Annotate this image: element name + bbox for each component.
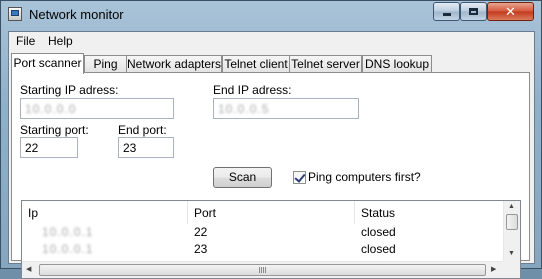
minimize-button[interactable] xyxy=(433,2,460,21)
end-ip-field[interactable]: 10.0.0.5 xyxy=(213,98,359,119)
tab-port-scanner[interactable]: Port scanner xyxy=(11,53,84,74)
starting-port-label: Starting port: xyxy=(20,123,89,137)
starting-ip-value: 10.0.0.0 xyxy=(25,102,77,116)
client-area: File Help Port scanner Ping Network adap… xyxy=(8,31,535,279)
end-port-field[interactable]: 23 xyxy=(118,137,174,158)
network-monitor-icon xyxy=(8,7,22,21)
window-title: Network monitor xyxy=(29,7,124,22)
tab-dns-lookup[interactable]: DNS lookup xyxy=(362,55,432,73)
row-port: 23 xyxy=(194,242,208,256)
app-window: Network monitor ✕ File Help Port scanner… xyxy=(0,0,542,279)
tab-strip: Port scanner Ping Network adapters Telne… xyxy=(11,53,531,74)
starting-port-field[interactable]: 22 xyxy=(20,137,78,158)
tab-telnet-server[interactable]: Telnet server xyxy=(289,55,362,73)
row-status: closed xyxy=(361,225,396,239)
tab-telnet-client[interactable]: Telnet client xyxy=(222,55,290,73)
starting-ip-label: Starting IP adress: xyxy=(20,83,119,97)
horizontal-scroll-thumb[interactable] xyxy=(39,264,486,276)
end-port-value: 23 xyxy=(123,141,137,155)
vertical-scrollbar[interactable]: ▲ ▼ xyxy=(503,201,520,261)
scrollbar-corner xyxy=(503,261,520,278)
close-button[interactable]: ✕ xyxy=(487,2,534,21)
close-icon: ✕ xyxy=(505,3,516,19)
column-header-port[interactable]: Port xyxy=(188,201,355,224)
starting-ip-field[interactable]: 10.0.0.0 xyxy=(20,98,174,119)
results-header: Ip Port Status xyxy=(22,201,503,224)
row-port: 22 xyxy=(194,225,208,239)
menu-file[interactable]: File xyxy=(16,34,35,48)
checkmark-icon xyxy=(294,171,306,183)
ping-first-checkbox[interactable] xyxy=(293,171,306,184)
table-row[interactable]: 10.0.0.1 22 closed xyxy=(22,224,503,241)
results-list[interactable]: Ip Port Status 10.0.0.1 22 closed 10.0.0… xyxy=(21,200,521,279)
end-ip-label: End IP adress: xyxy=(213,83,292,97)
end-port-label: End port: xyxy=(118,123,167,137)
port-scanner-panel: Starting IP adress: 10.0.0.0 End IP adre… xyxy=(11,72,530,279)
maximize-button[interactable] xyxy=(460,2,487,21)
menu-bar: File Help xyxy=(9,32,534,51)
ping-first-label[interactable]: Ping computers first? xyxy=(308,170,421,184)
row-ip: 10.0.0.1 xyxy=(42,225,94,239)
grip-icon xyxy=(259,267,267,273)
starting-port-value: 22 xyxy=(25,141,39,155)
scroll-up-icon[interactable]: ▲ xyxy=(508,203,515,210)
table-row[interactable]: 10.0.0.1 23 closed xyxy=(22,241,503,258)
scroll-left-icon[interactable]: ◀ xyxy=(26,265,31,273)
menu-help[interactable]: Help xyxy=(48,34,73,48)
row-status: closed xyxy=(361,242,396,256)
column-header-ip[interactable]: Ip xyxy=(22,201,188,224)
row-ip: 10.0.0.1 xyxy=(42,242,94,256)
tab-ping[interactable]: Ping xyxy=(84,55,127,73)
title-bar[interactable]: Network monitor ✕ xyxy=(1,1,541,29)
scroll-right-icon[interactable]: ▶ xyxy=(491,265,496,273)
column-header-status[interactable]: Status xyxy=(355,201,503,224)
horizontal-scrollbar[interactable]: ◀ ▶ xyxy=(22,261,503,278)
scan-button[interactable]: Scan xyxy=(213,167,272,188)
end-ip-value: 10.0.0.5 xyxy=(218,102,270,116)
minimize-icon xyxy=(442,13,451,16)
maximize-icon xyxy=(469,8,478,15)
scroll-down-icon[interactable]: ▼ xyxy=(508,250,515,257)
tab-network-adapters[interactable]: Network adapters xyxy=(126,55,222,73)
vertical-scroll-thumb[interactable] xyxy=(506,214,518,230)
